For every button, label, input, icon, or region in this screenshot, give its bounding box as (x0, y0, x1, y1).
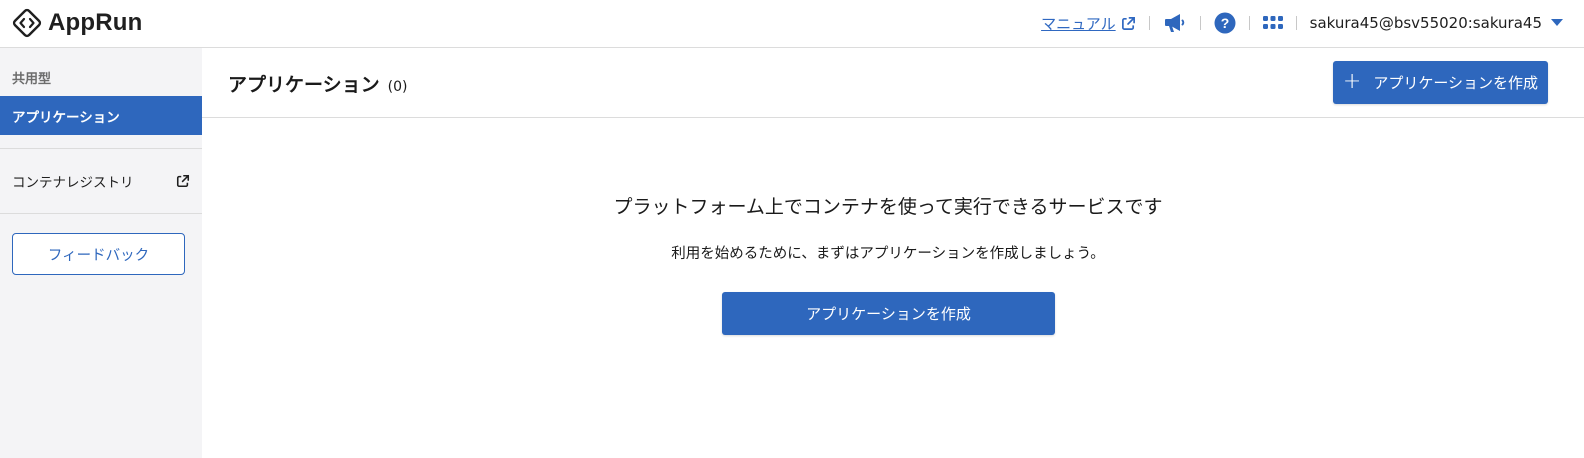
megaphone-icon (1164, 14, 1184, 32)
sidebar-item-label: コンテナレジストリ (12, 175, 134, 191)
empty-state-title: プラットフォーム上でコンテナを使って実行できるサービスです (613, 196, 1163, 218)
manual-link-label: マニュアル (1041, 14, 1116, 33)
external-link-icon (176, 174, 190, 188)
external-link-icon (1121, 16, 1135, 30)
user-label: sakura45@bsv55020:sakura45 (1309, 14, 1542, 32)
page-title: アプリケーション (0) (228, 70, 407, 97)
feedback-button-label: フィードバック (47, 247, 150, 264)
sidebar-section-label: 共用型 (12, 72, 52, 87)
app-switcher-button[interactable] (1262, 16, 1283, 30)
plus-icon: + (1342, 68, 1362, 94)
header-divider (1295, 16, 1297, 30)
empty-state: プラットフォーム上でコンテナを使って実行できるサービスです 利用を始めるために、… (202, 118, 1584, 458)
sidebar: 共用型 アプリケーション コンテナレジストリ フィードバック (0, 48, 202, 458)
help-circle-icon: ? (1214, 12, 1236, 34)
manual-link[interactable]: マニュアル (1041, 13, 1136, 34)
top-header: AppRun マニュアル ? sakura45@bsv55020:sakura4… (0, 0, 1584, 48)
header-divider (1199, 16, 1201, 30)
page-header: アプリケーション (0) + アプリケーションを作成 (202, 48, 1584, 118)
caret-down-icon (1551, 19, 1563, 26)
empty-state-subtitle: 利用を始めるために、まずはアプリケーションを作成しましょう。 (671, 246, 1105, 262)
sidebar-item-container-registry[interactable]: コンテナレジストリ (0, 164, 202, 198)
main-content: アプリケーション (0) + アプリケーションを作成 プラットフォーム上でコンテ… (202, 48, 1584, 458)
header-divider (1248, 16, 1250, 30)
application-count: (0) (387, 79, 408, 95)
svg-text:?: ? (1220, 15, 1229, 31)
sidebar-item-label: アプリケーション (12, 109, 120, 126)
sidebar-divider (0, 213, 202, 214)
empty-state-create-button-label: アプリケーションを作成 (806, 305, 971, 323)
sidebar-divider (0, 148, 202, 149)
feedback-button[interactable]: フィードバック (12, 233, 185, 275)
grid-icon (1262, 16, 1283, 29)
sidebar-item-applications[interactable]: アプリケーション (0, 96, 202, 135)
apprun-logo-icon (12, 8, 42, 38)
header-divider (1148, 16, 1150, 30)
empty-state-create-button[interactable]: アプリケーションを作成 (722, 292, 1055, 335)
app-name: AppRun (48, 9, 143, 36)
header-actions: マニュアル ? sakura45@bsv55020:sakura45 (1041, 0, 1564, 46)
user-menu[interactable]: sakura45@bsv55020:sakura45 (1310, 14, 1564, 32)
app-logo[interactable]: AppRun (12, 8, 143, 38)
announcements-button[interactable] (1163, 12, 1187, 34)
create-application-button-label: アプリケーションを作成 (1373, 74, 1539, 92)
create-application-button[interactable]: + アプリケーションを作成 (1333, 61, 1548, 104)
help-button[interactable]: ? (1214, 12, 1236, 34)
page-title-text: アプリケーション (228, 74, 380, 96)
